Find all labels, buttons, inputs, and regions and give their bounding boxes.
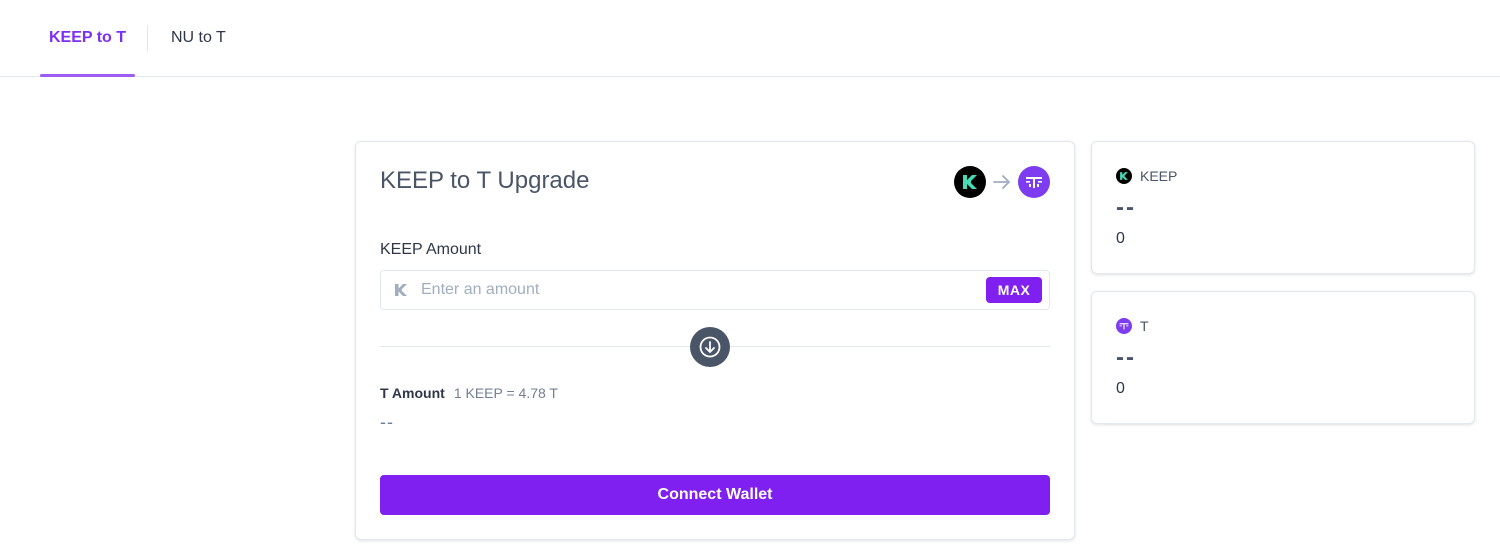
keep-amount-label: KEEP Amount [380,241,482,258]
keep-amount-field: MAX [380,270,1050,310]
t-token-name: T [1140,318,1149,334]
token-pair-icons [954,166,1050,198]
upgrade-card: KEEP to T Upgrade KEEP Amount Enter an a… [355,141,1075,540]
keep-balance-amount: -- [1116,194,1136,221]
tab-bar: KEEP to T NU to T [0,0,1500,77]
arrow-right-icon [992,172,1012,192]
keep-token-name: KEEP [1140,168,1178,184]
upgrade-card-title: KEEP to T Upgrade [380,167,590,194]
t-balance-amount: -- [1116,344,1136,371]
keep-input-icon [393,282,409,298]
keep-logo-icon [1116,168,1132,184]
t-balance-card: T -- 0 [1091,291,1475,424]
tab-keep-to-t[interactable]: KEEP to T [40,0,135,77]
keep-balance-usd: 0 [1116,230,1125,247]
keep-logo-icon [954,166,986,198]
arrow-down-circle-icon[interactable] [690,327,730,367]
t-balance-header: T [1116,318,1149,334]
conversion-rate: 1 KEEP = 4.78 T [453,385,558,401]
keep-amount-input[interactable] [421,271,981,309]
keep-balance-header: KEEP [1116,168,1177,184]
keep-balance-card: KEEP -- 0 [1091,141,1475,274]
t-amount-header: T Amount 1 KEEP = 4.78 T [380,385,558,401]
t-balance-usd: 0 [1116,380,1125,397]
tab-divider [147,25,148,52]
t-amount-value: -- [380,412,394,432]
t-amount-label: T Amount [380,385,445,401]
t-logo-icon [1018,166,1050,198]
tab-nu-to-t[interactable]: NU to T [171,0,226,76]
max-button[interactable]: MAX [986,277,1042,303]
t-logo-icon [1116,318,1132,334]
connect-wallet-button[interactable]: Connect Wallet [380,475,1050,515]
